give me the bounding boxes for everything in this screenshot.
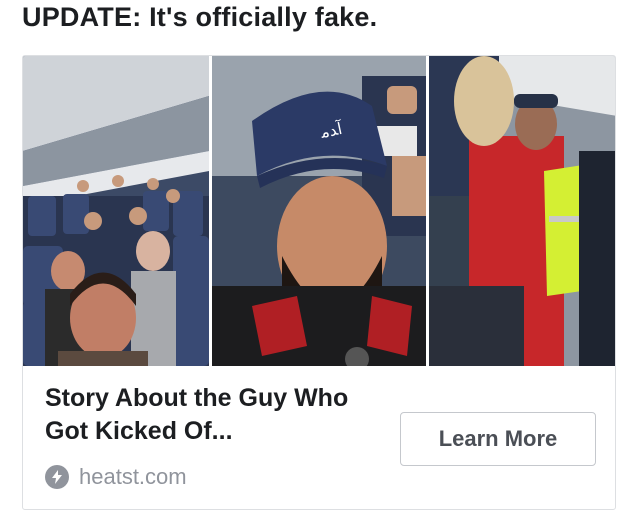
ad-card[interactable]: ﺁﺪﻣ Story About the Guy Who Got Kicked O…: [22, 55, 616, 510]
ad-image-selfie[interactable]: ﺁﺪﻣ: [212, 56, 426, 366]
ad-image-strip[interactable]: ﺁﺪﻣ: [23, 56, 615, 366]
ad-title[interactable]: Story About the Guy Who Got Kicked Of...: [45, 382, 385, 448]
ad-image-cabin[interactable]: [23, 56, 209, 366]
ad-source[interactable]: heatst.com: [45, 464, 187, 490]
link-bolt-icon: [45, 465, 69, 489]
update-headline: UPDATE: It's officially fake.: [22, 2, 378, 32]
source-domain: heatst.com: [79, 464, 187, 489]
ad-image-escort[interactable]: [429, 56, 615, 366]
learn-more-button[interactable]: Learn More: [400, 412, 596, 466]
